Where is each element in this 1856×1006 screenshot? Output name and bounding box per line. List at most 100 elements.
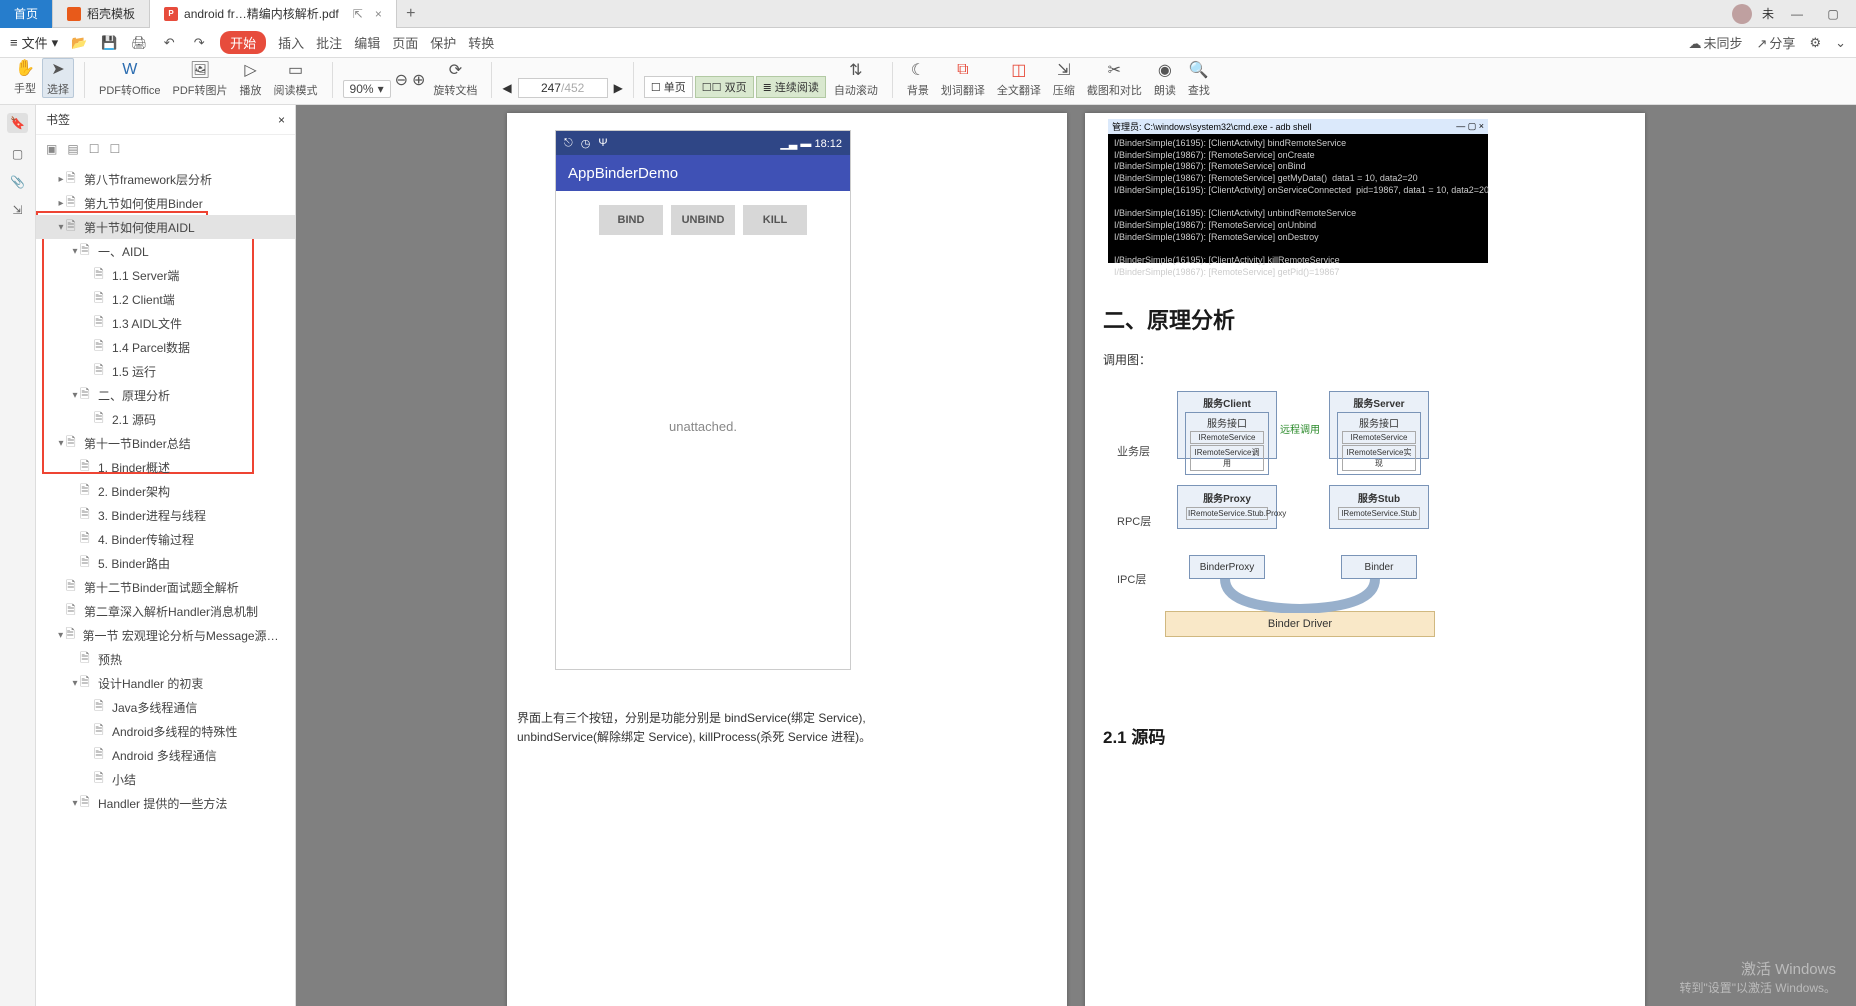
bookmark-label: 第十节如何使用AIDL — [84, 219, 195, 236]
bookmark-item[interactable]: 🗎第十二节Binder面试题全解析 — [36, 575, 295, 599]
open-icon[interactable]: 📂 — [70, 34, 88, 52]
bookmark-item[interactable]: 🗎1.1 Server端 — [36, 263, 295, 287]
page-prev-icon[interactable]: ◀ — [502, 81, 511, 95]
bookmark-item[interactable]: ▾🗎设计Handler 的初衷 — [36, 671, 295, 695]
rail-more-icon[interactable]: ⇲ — [12, 203, 22, 217]
view-continuous[interactable]: ≣ 连续阅读 — [756, 76, 826, 98]
menu-edit[interactable]: 编辑 — [354, 33, 380, 52]
avatar[interactable] — [1732, 4, 1752, 24]
chevron-icon[interactable]: ▸ — [56, 174, 66, 185]
bm-expand-icon[interactable]: ▣ — [46, 142, 57, 156]
share-button[interactable]: 分享 — [1757, 33, 1796, 52]
hand-tool[interactable]: ✋手型 — [10, 58, 40, 98]
bookmark-item[interactable]: 🗎1.4 Parcel数据 — [36, 335, 295, 359]
chevron-icon[interactable]: ▾ — [70, 246, 80, 257]
compress[interactable]: ⇲压缩 — [1049, 60, 1079, 98]
rail-attachments-icon[interactable]: 📎 — [10, 175, 25, 189]
bookmark-item[interactable]: 🗎3. Binder进程与线程 — [36, 503, 295, 527]
maximize-icon[interactable]: ▢ — [1820, 2, 1846, 26]
tab-home[interactable]: 首页 — [0, 0, 53, 28]
settings-icon[interactable]: ⚙ — [1809, 35, 1821, 51]
file-menu[interactable]: ≡ 文件 ▾ — [10, 33, 58, 52]
chevron-icon[interactable]: ▾ — [56, 438, 66, 449]
rail-thumbnails-icon[interactable]: ▢ — [12, 147, 23, 161]
bookmark-item[interactable]: ▾🗎Handler 提供的一些方法 — [36, 791, 295, 815]
menu-protect[interactable]: 保护 — [430, 33, 456, 52]
bookmarks-tree[interactable]: ▸🗎第八节framework层分析▸🗎第九节如何使用Binder▾🗎第十节如何使… — [36, 163, 295, 1006]
caret-down-icon[interactable]: ⌄ — [1835, 35, 1846, 51]
bookmark-item[interactable]: ▾🗎一、AIDL — [36, 239, 295, 263]
minimize-icon[interactable]: — — [1784, 2, 1810, 26]
dict-translate[interactable]: ⧉划词翻译 — [937, 60, 989, 98]
autoscroll[interactable]: ⇅自动滚动 — [830, 60, 882, 98]
read-mode[interactable]: ▭阅读模式 — [270, 60, 322, 98]
save-icon[interactable]: 💾 — [100, 34, 118, 52]
chevron-icon[interactable]: ▾ — [56, 222, 66, 233]
undo-icon[interactable]: ↶ — [160, 34, 178, 52]
chevron-icon[interactable]: ▸ — [56, 198, 66, 209]
bookmark-item[interactable]: ▸🗎第八节framework层分析 — [36, 167, 295, 191]
tab-pin-icon[interactable]: ⇱ — [353, 7, 363, 21]
bookmark-item[interactable]: 🗎5. Binder路由 — [36, 551, 295, 575]
redo-icon[interactable]: ↷ — [190, 34, 208, 52]
background[interactable]: ☾背景 — [903, 60, 933, 98]
bm-add-icon[interactable]: ☐ — [89, 142, 100, 156]
bookmark-item[interactable]: 🗎1.5 运行 — [36, 359, 295, 383]
tab-add-button[interactable]: + — [397, 0, 425, 28]
bookmark-item[interactable]: 🗎小结 — [36, 767, 295, 791]
rotate-button[interactable]: ⟳旋转文档 — [429, 60, 481, 98]
close-icon[interactable]: × — [375, 7, 382, 21]
panel-close-icon[interactable]: × — [278, 113, 285, 127]
chevron-icon[interactable]: ▾ — [70, 678, 80, 689]
chevron-icon[interactable]: ▾ — [56, 630, 65, 641]
pdf-to-office[interactable]: WPDF转Office — [95, 60, 165, 98]
page-next-icon[interactable]: ▶ — [614, 81, 623, 95]
sync-status[interactable]: 未同步 — [1689, 33, 1743, 52]
bookmark-item[interactable]: 🗎4. Binder传输过程 — [36, 527, 295, 551]
bookmark-item[interactable]: 🗎2. Binder架构 — [36, 479, 295, 503]
full-translate[interactable]: ◫全文翻译 — [993, 60, 1045, 98]
bm-collapse-icon[interactable]: ▤ — [67, 142, 78, 156]
menu-page[interactable]: 页面 — [392, 33, 418, 52]
play-button[interactable]: ▷播放 — [236, 60, 266, 98]
bookmark-item[interactable]: 🗎Android多线程的特殊性 — [36, 719, 295, 743]
zoom-out-icon[interactable]: ⊖ — [395, 70, 408, 90]
rail-bookmarks-icon[interactable]: 🔖 — [7, 113, 28, 133]
crop-compare[interactable]: ✂截图和对比 — [1083, 60, 1146, 98]
view-double[interactable]: ☐☐ 双页 — [695, 76, 754, 98]
zoom-select[interactable]: 90% ▾ — [343, 80, 391, 98]
speak[interactable]: ◉朗读 — [1150, 60, 1180, 98]
bookmark-item[interactable]: 🗎2.1 源码 — [36, 407, 295, 431]
menu-start[interactable]: 开始 — [220, 31, 266, 54]
menu-convert[interactable]: 转换 — [468, 33, 494, 52]
bookmark-item[interactable]: 🗎1.3 AIDL文件 — [36, 311, 295, 335]
chevron-icon[interactable]: ▾ — [70, 798, 80, 809]
view-single[interactable]: ☐ 单页 — [644, 76, 693, 98]
bookmark-item[interactable]: ▾🗎第十一节Binder总结 — [36, 431, 295, 455]
document-canvas[interactable]: ⎋◷Ψ ▁▃ ▬ 18:12 AppBinderDemo BIND UNBIND… — [296, 105, 1856, 1006]
bookmark-item[interactable]: 🗎1. Binder概述 — [36, 455, 295, 479]
find[interactable]: 🔍查找 — [1184, 60, 1214, 98]
tab-template[interactable]: 稻壳模板 — [53, 0, 150, 28]
bookmark-item[interactable]: 🗎Android 多线程通信 — [36, 743, 295, 767]
bookmark-item[interactable]: 🗎1.2 Client端 — [36, 287, 295, 311]
bookmark-item[interactable]: ▾🗎第十节如何使用AIDL — [36, 215, 295, 239]
tab-document[interactable]: P android fr…精编内核解析.pdf ⇱ × — [150, 0, 397, 28]
driver-arrows — [1165, 579, 1435, 613]
bookmark-item[interactable]: ▾🗎第一节 宏观理论分析与Message源码分析 — [36, 623, 295, 647]
menu-review[interactable]: 批注 — [316, 33, 342, 52]
bookmark-item[interactable]: 🗎预热 — [36, 647, 295, 671]
page-icon: 🗎 — [80, 793, 94, 814]
select-tool[interactable]: ➤选择 — [42, 58, 74, 98]
menu-insert[interactable]: 插入 — [278, 33, 304, 52]
zoom-in-icon[interactable]: ⊕ — [412, 70, 425, 90]
bm-flag-icon[interactable]: ☐ — [109, 142, 120, 156]
print-icon[interactable]: 🖨 — [130, 34, 148, 52]
bookmark-item[interactable]: 🗎第二章深入解析Handler消息机制 — [36, 599, 295, 623]
bookmark-item[interactable]: ▾🗎二、原理分析 — [36, 383, 295, 407]
pdf-to-image[interactable]: 🖼PDF转图片 — [169, 60, 232, 98]
bookmark-item[interactable]: ▸🗎第九节如何使用Binder — [36, 191, 295, 215]
page-input[interactable]: 247/452 — [518, 78, 608, 98]
chevron-icon[interactable]: ▾ — [70, 390, 80, 401]
bookmark-item[interactable]: 🗎Java多线程通信 — [36, 695, 295, 719]
